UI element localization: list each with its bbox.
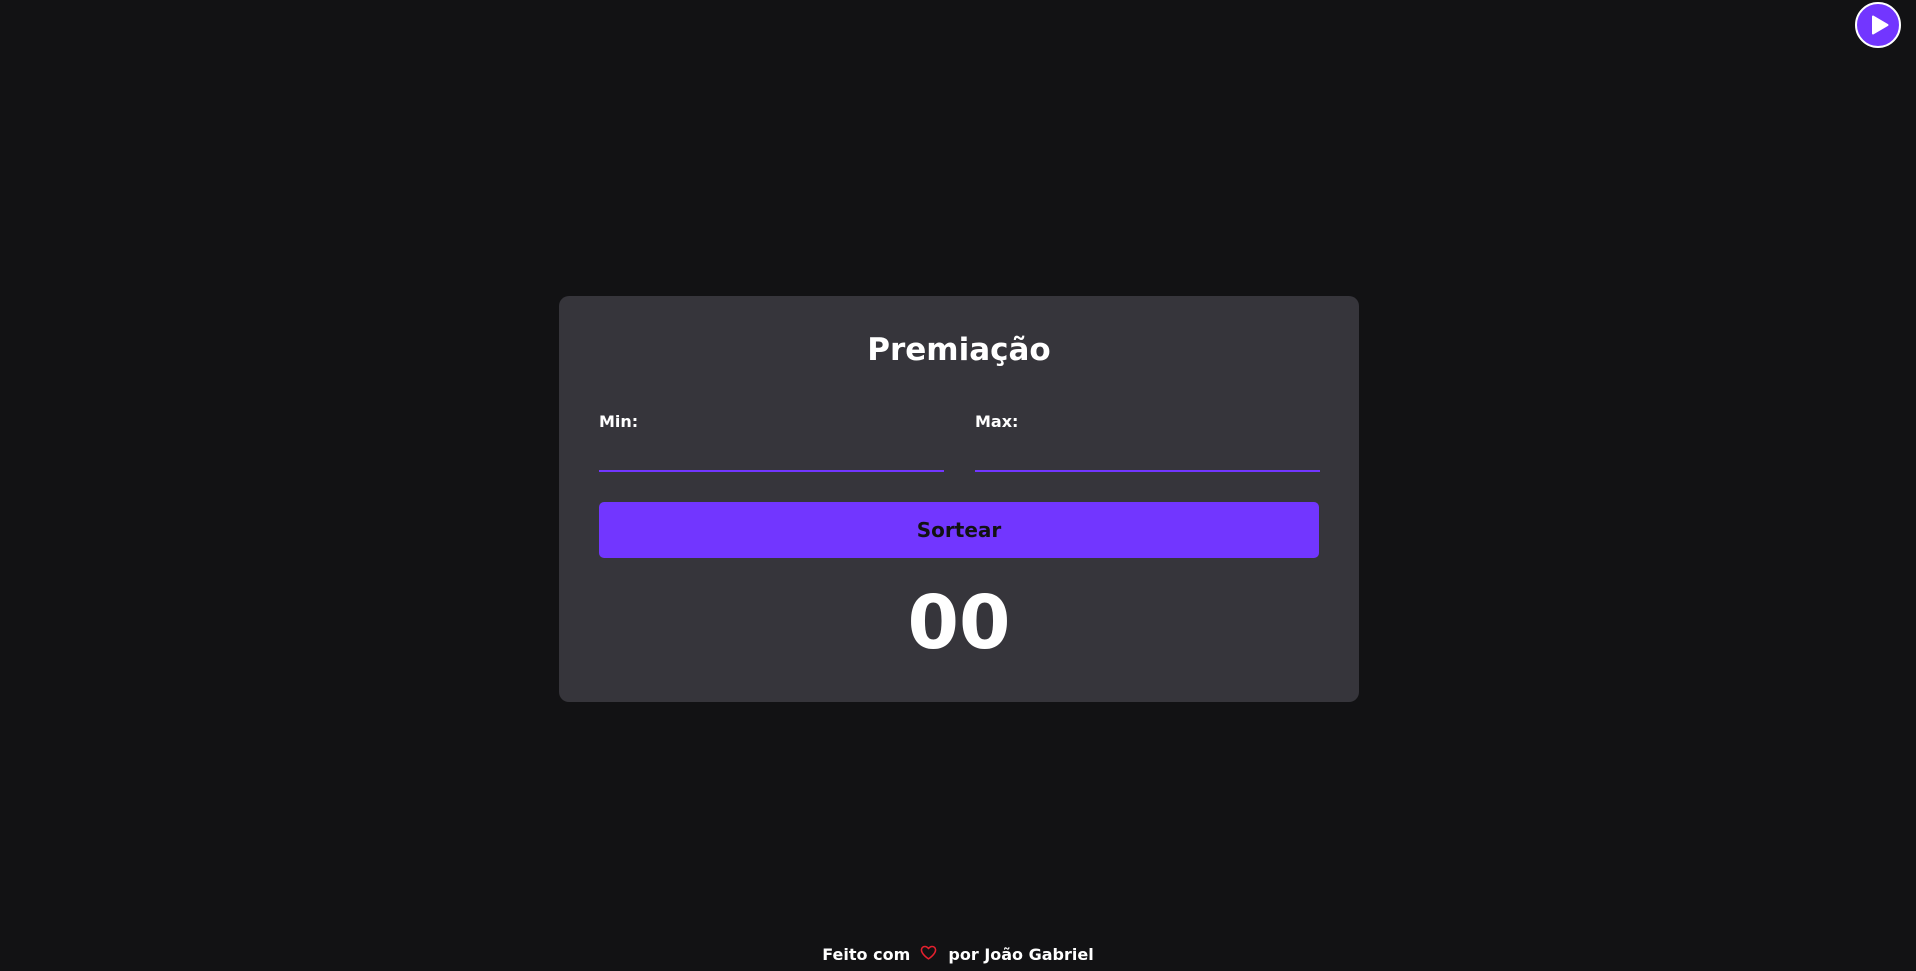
heart-icon <box>920 943 937 967</box>
draw-button[interactable]: Sortear <box>599 502 1319 558</box>
result-number: 00 <box>907 580 1011 666</box>
footer-made-with: Feito com <box>822 945 911 964</box>
card-title: Premiação <box>867 332 1051 368</box>
play-icon <box>1871 15 1888 35</box>
min-input[interactable] <box>599 440 944 472</box>
max-field: Max: <box>975 412 1320 472</box>
play-button[interactable] <box>1855 2 1901 48</box>
max-label: Max: <box>975 412 1019 431</box>
max-input[interactable] <box>975 440 1320 472</box>
footer: Feito com por João Gabriel <box>0 943 1916 968</box>
prize-draw-card: Premiação Min: Max: Sortear 00 <box>559 296 1359 702</box>
min-label: Min: <box>599 412 639 431</box>
footer-author: por João Gabriel <box>948 945 1094 964</box>
min-field: Min: <box>599 412 944 472</box>
